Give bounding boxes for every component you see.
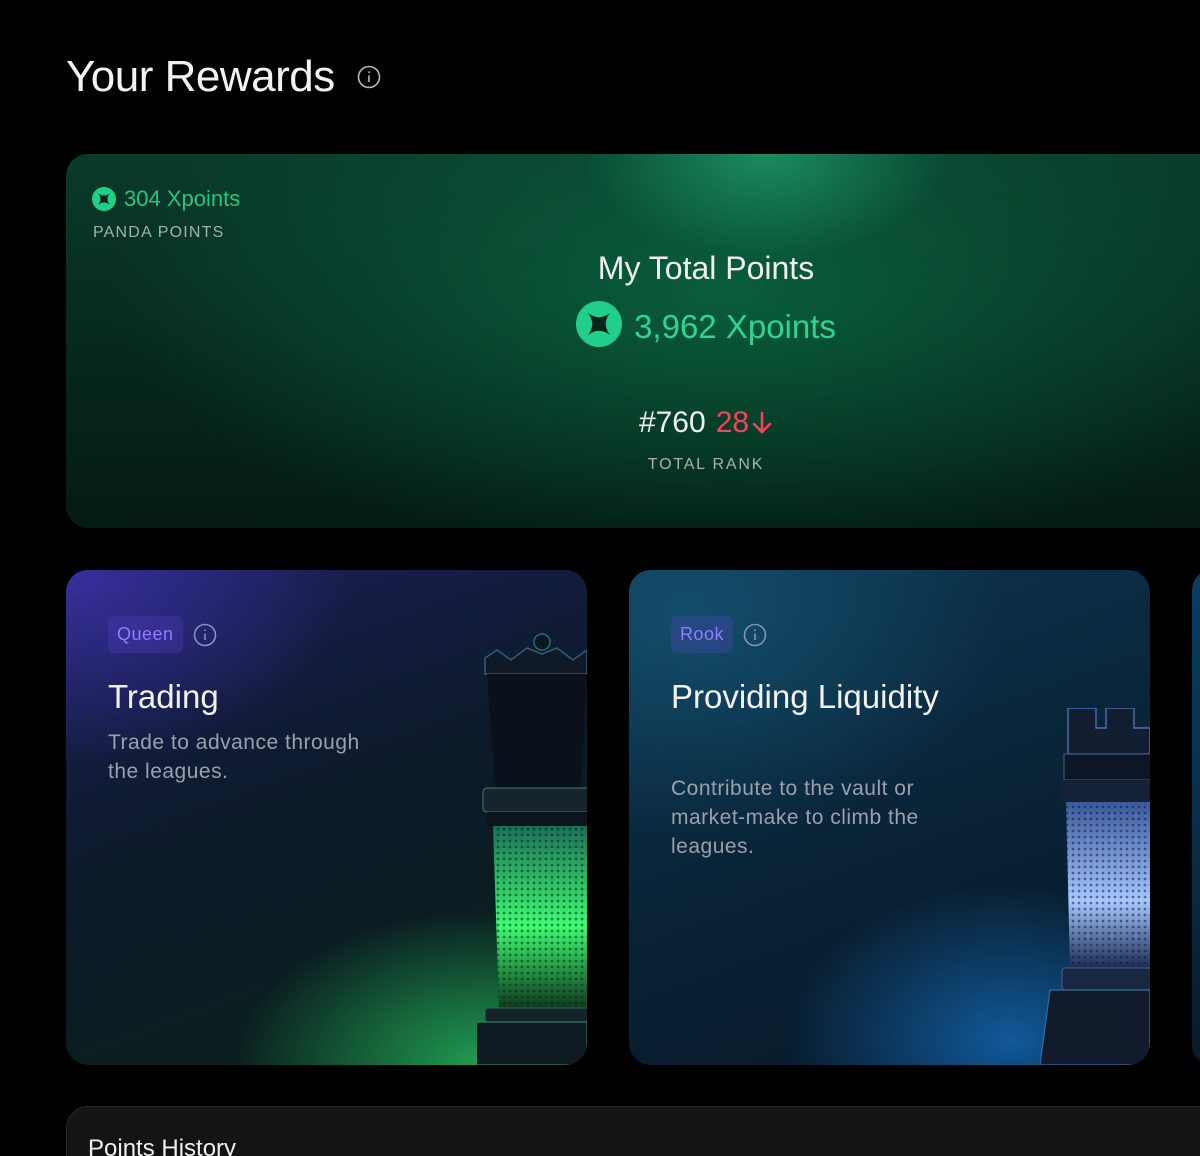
league-description: Trade to advance through the leagues. (108, 731, 360, 783)
points-history-panel: Points History (66, 1106, 1200, 1156)
xpoints-icon (92, 187, 116, 211)
page-title: Your Rewards (66, 52, 335, 101)
arrow-down-icon (752, 411, 772, 434)
league-tag: Queen (108, 616, 183, 653)
total-points-summary: My Total Points 3,962 Xpoints #760 28 TO… (523, 250, 889, 474)
info-icon[interactable] (743, 623, 767, 647)
total-points-value: 3,962 Xpoints (634, 307, 836, 345)
rank-label: TOTAL RANK (647, 456, 765, 473)
league-tag-row: Queen (108, 616, 217, 653)
rank-row: #760 28 (523, 406, 889, 440)
league-card-partial[interactable] (1192, 570, 1200, 1065)
total-points-card: 304 Xpoints PANDA POINTS My Total Points… (66, 154, 1200, 528)
points-history-title: Points History (88, 1135, 237, 1156)
rewards-page: Your Rewards 304 Xpoints PANDA POINTS My… (0, 0, 1200, 1156)
panda-points: 304 Xpoints (92, 186, 240, 212)
panda-points-label: PANDA POINTS (93, 224, 225, 241)
league-tag-row: Rook (671, 616, 767, 653)
league-card-liquidity[interactable]: Rook Providing Liquidity Contribute to t… (629, 570, 1150, 1065)
league-card-trading[interactable]: Queen Trading Trade to advance through t… (66, 570, 587, 1065)
rook-chess-piece-icon (1040, 708, 1150, 1065)
info-icon[interactable] (193, 623, 217, 647)
league-tag: Rook (671, 616, 734, 653)
league-description: Contribute to the vault or market-make t… (671, 777, 919, 858)
total-points-row: 3,962 Xpoints (523, 301, 889, 352)
panda-points-value: 304 Xpoints (124, 186, 241, 211)
rank-change-value: 28 (715, 406, 750, 439)
league-title: Providing Liquidity (671, 678, 939, 715)
rank-value: #760 (638, 406, 706, 439)
league-title: Trading (108, 678, 219, 715)
info-icon[interactable] (357, 65, 381, 89)
xpoints-icon (576, 301, 623, 352)
total-points-label: My Total Points (597, 250, 815, 286)
rank-change: 28 (716, 406, 773, 440)
header: Your Rewards (66, 52, 381, 102)
queen-chess-piece-icon (477, 633, 587, 1065)
